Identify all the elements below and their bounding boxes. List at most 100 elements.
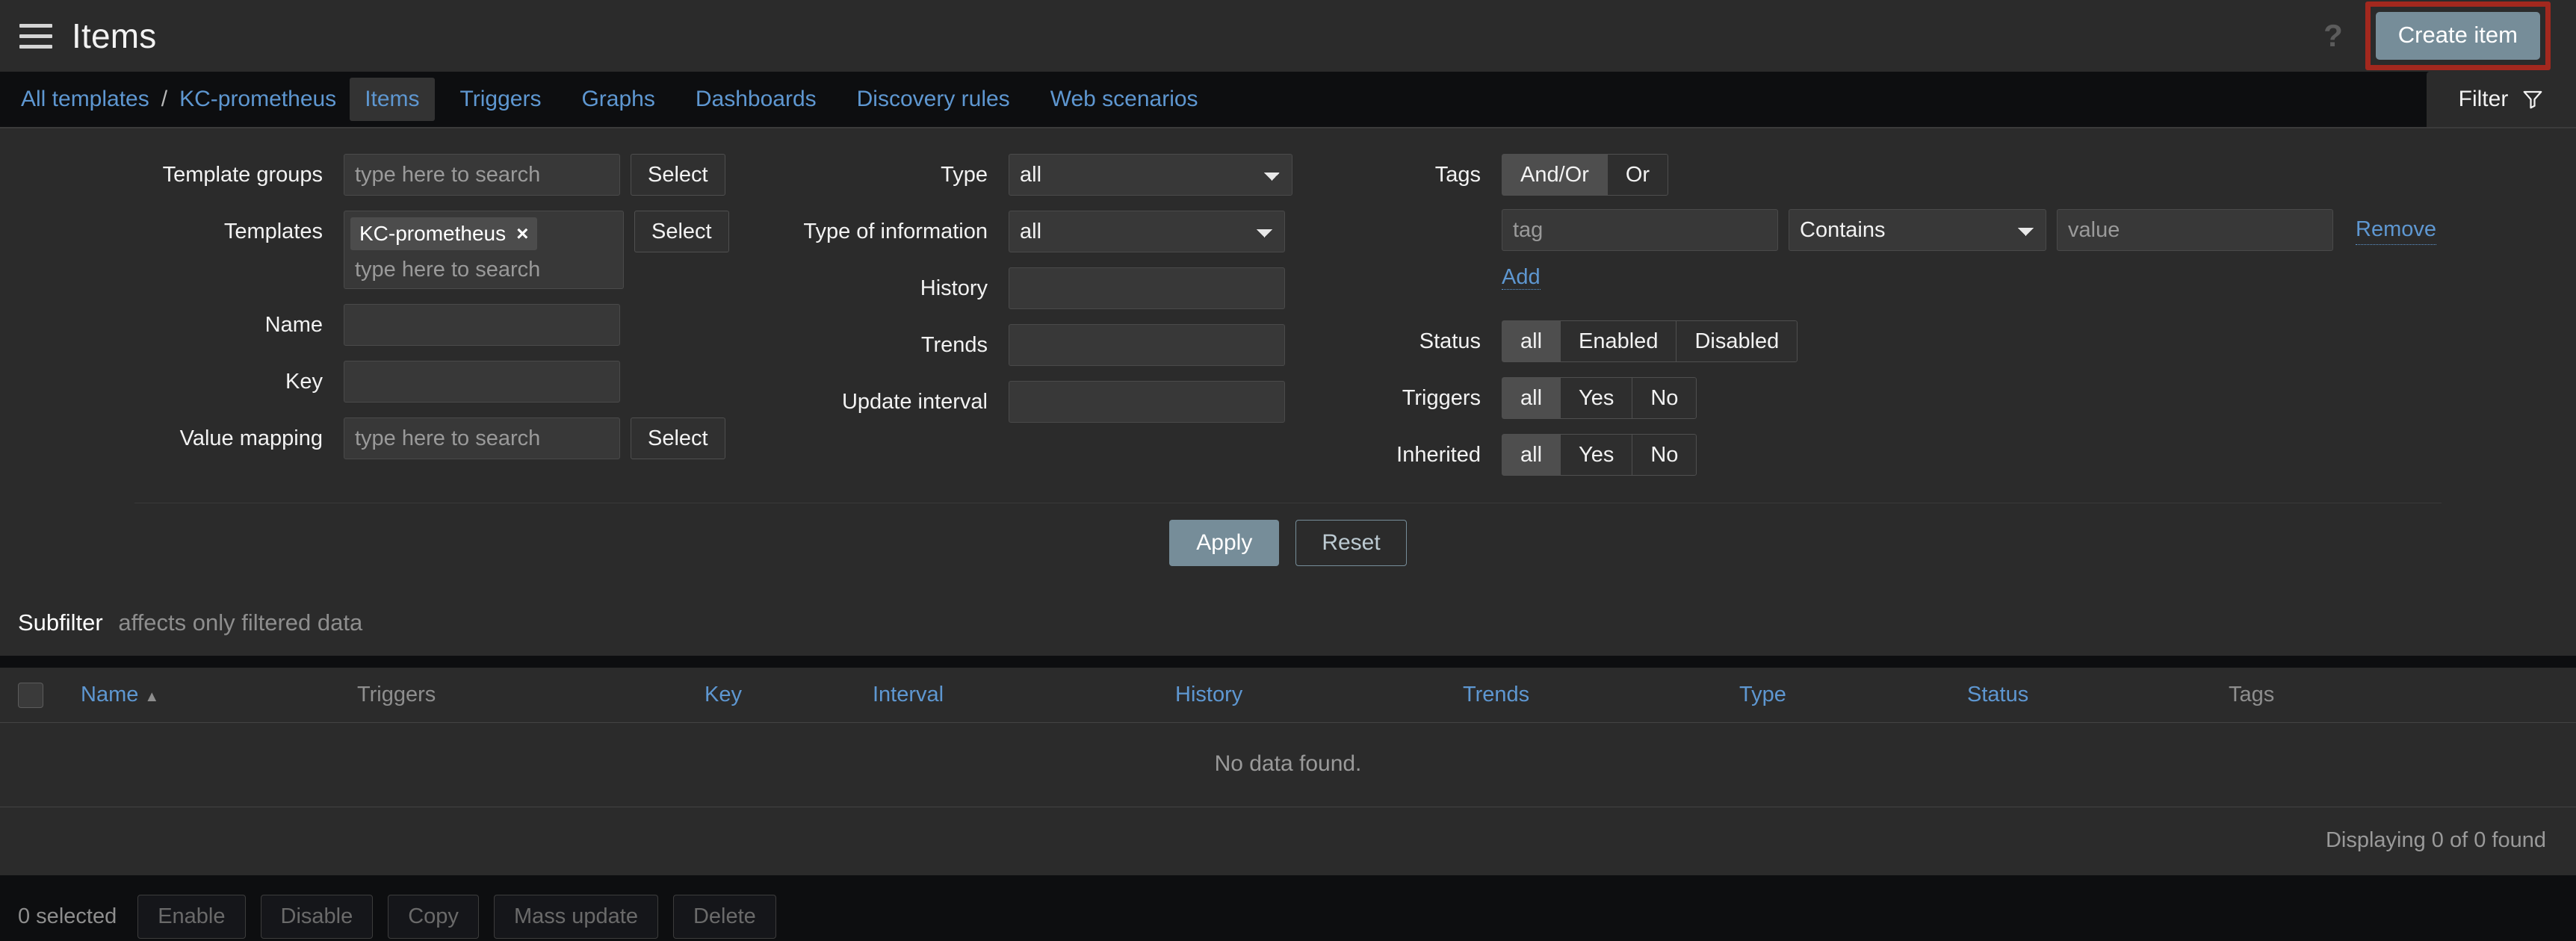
filter-tab[interactable]: Filter [2427,72,2576,127]
inherited-option-all[interactable]: all [1502,434,1561,476]
tags-body: And/Or Or Contains Remove Add [1502,154,2436,292]
type-of-information-select[interactable]: all [1009,211,1285,252]
disable-button[interactable]: Disable [260,895,374,940]
header-actions: ? Create item [2301,1,2551,70]
field-value-mapping: Value mapping Select [15,417,762,459]
templates-input[interactable] [350,250,617,284]
name-input[interactable] [344,304,620,346]
tag-filter-row: Contains Remove [1502,209,2436,251]
breadcrumb-all-templates[interactable]: All templates [18,87,152,112]
status-option-enabled[interactable]: Enabled [1560,320,1676,363]
help-icon[interactable]: ? [2301,20,2365,52]
templates-chip-label: KC-prometheus [359,222,507,245]
tags-label: Tags [1434,163,1481,187]
type-label: Type [941,163,988,187]
items-table: Name ▲ Triggers Key Interval History Tren… [0,668,2576,876]
column-header-key[interactable]: Key [705,683,873,707]
triggers-option-all[interactable]: all [1502,377,1561,420]
tab-web-scenarios[interactable]: Web scenarios [1035,78,1213,121]
hamburger-icon[interactable] [19,22,52,49]
templates-multiselect[interactable]: KC-prometheus × [344,211,624,289]
tags-operator-or[interactable]: Or [1606,154,1669,196]
update-interval-input[interactable] [1009,381,1285,423]
sort-ascending-icon: ▲ [144,689,160,706]
key-input[interactable] [344,361,620,403]
close-icon[interactable]: × [516,223,528,244]
inherited-option-yes[interactable]: Yes [1560,434,1632,476]
history-input[interactable] [1009,267,1285,309]
inherited-option-no[interactable]: No [1632,434,1697,476]
table-header-row: Name ▲ Triggers Key Interval History Tren… [0,668,2576,724]
templates-select-button[interactable]: Select [634,211,729,252]
status-option-disabled[interactable]: Disabled [1676,320,1798,363]
column-header-status[interactable]: Status [1967,683,2229,707]
filter-column-left: Template groups Select Templates KC-prom… [15,154,762,491]
status-option-all[interactable]: all [1502,320,1561,363]
field-template-groups: Template groups Select [15,154,762,196]
template-groups-input[interactable] [344,154,620,196]
tab-discovery-rules[interactable]: Discovery rules [842,78,1025,121]
filter-tab-label: Filter [2458,87,2509,111]
tab-items[interactable]: Items [350,78,435,121]
inherited-group: all Yes No [1502,434,1697,476]
subfilter-title: Subfilter [18,609,103,636]
triggers-label: Triggers [1402,386,1481,411]
mass-update-button[interactable]: Mass update [493,895,658,940]
template-groups-select-button[interactable]: Select [631,154,725,196]
field-templates: Templates KC-prometheus × Select [15,211,762,289]
column-header-tags: Tags [2229,683,2275,707]
value-mapping-input[interactable] [344,417,620,459]
items-table-wrap: Name ▲ Triggers Key Interval History Tren… [0,656,2576,876]
tags-operator-and-or[interactable]: And/Or [1502,154,1607,196]
create-item-highlight: Create item [2365,1,2551,70]
column-header-name-label: Name [81,683,139,707]
apply-button[interactable]: Apply [1169,520,1280,567]
selected-count: 0 selected [18,904,117,929]
value-mapping-label: Value mapping [179,426,323,450]
triggers-option-yes[interactable]: Yes [1560,377,1632,420]
history-label: History [920,276,988,300]
update-interval-label: Update interval [841,390,988,414]
subfilter-note: affects only filtered data [118,609,363,636]
tag-value-input[interactable] [2057,209,2333,251]
status-group: all Enabled Disabled [1502,320,1798,363]
value-mapping-select-button[interactable]: Select [631,417,725,459]
type-of-information-label: Type of information [803,220,988,243]
column-header-type[interactable]: Type [1739,683,1967,707]
create-item-button[interactable]: Create item [2375,12,2540,60]
column-header-interval[interactable]: Interval [873,683,1175,707]
table-empty-message: No data found. [0,723,2576,808]
column-header-name[interactable]: Name ▲ [43,683,357,707]
app-header: Items ? Create item [0,0,2576,72]
inherited-label: Inherited [1396,443,1481,468]
trends-input[interactable] [1009,324,1285,366]
column-header-trends[interactable]: Trends [1463,683,1739,707]
tab-triggers[interactable]: Triggers [445,78,557,121]
tag-condition-select[interactable]: Contains [1789,209,2046,251]
templates-chip[interactable]: KC-prometheus × [350,217,538,250]
tag-remove-link[interactable]: Remove [2356,215,2436,246]
filter-actions: Apply Reset [134,503,2442,584]
tag-name-input[interactable] [1502,209,1778,251]
copy-button[interactable]: Copy [388,895,479,940]
field-status: Status all Enabled Disabled [1360,320,2561,363]
breadcrumb-separator: / [161,87,168,111]
column-header-history[interactable]: History [1175,683,1463,707]
triggers-option-no[interactable]: No [1632,377,1697,420]
status-label: Status [1419,329,1481,354]
type-select[interactable]: all [1009,154,1292,196]
tab-graphs[interactable]: Graphs [566,78,669,121]
tab-dashboards[interactable]: Dashboards [681,78,832,121]
field-inherited: Inherited all Yes No [1360,434,2561,476]
filter-panel: Template groups Select Templates KC-prom… [0,127,2576,592]
enable-button[interactable]: Enable [137,895,246,940]
tag-add-link[interactable]: Add [1502,265,1541,290]
breadcrumb-kc-prometheus[interactable]: KC-prometheus [176,87,339,112]
trends-label: Trends [920,333,988,357]
triggers-group: all Yes No [1502,377,1697,420]
table-displaying-count: Displaying 0 of 0 found [2325,828,2546,853]
delete-button[interactable]: Delete [672,895,776,940]
reset-button[interactable]: Reset [1295,520,1407,567]
select-all-checkbox[interactable] [18,682,43,708]
breadcrumb-nav: All templates / KC-prometheus Items Trig… [0,72,2576,127]
